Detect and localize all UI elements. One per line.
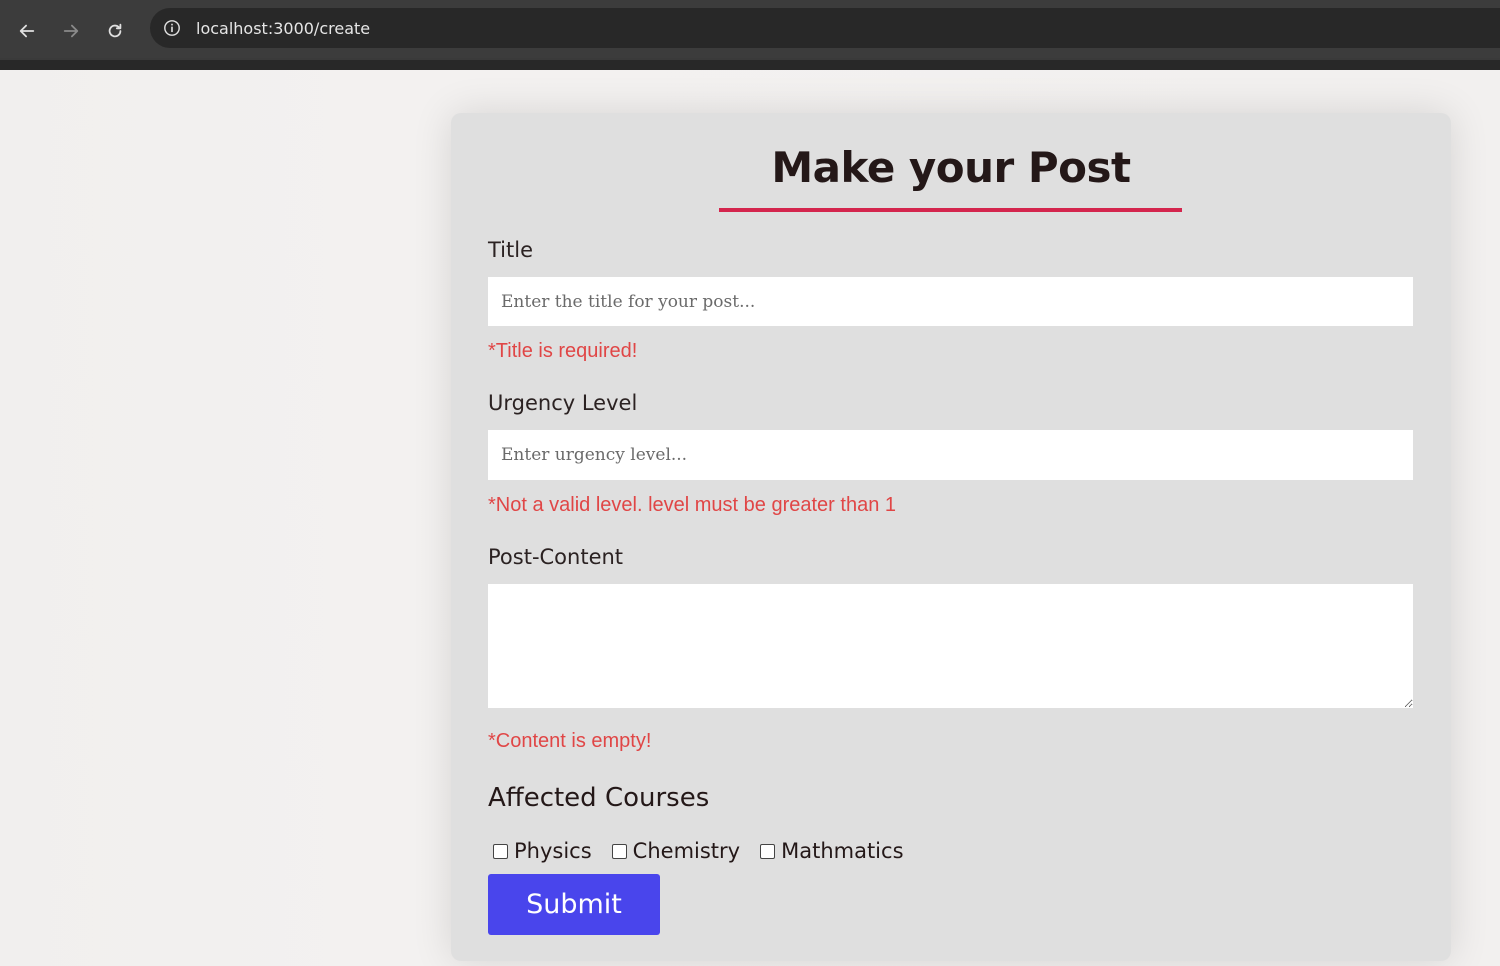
course-option-physics[interactable]: Physics [493,839,592,863]
urgency-input[interactable] [488,430,1413,480]
forward-arrow-icon [62,22,80,45]
title-input[interactable] [488,277,1413,326]
site-info-icon[interactable] [162,18,182,38]
title-underline [719,208,1182,212]
back-button[interactable] [10,16,44,50]
courses-checkbox-group: Physics Chemistry Mathmatics [493,836,924,866]
content-error: *Content is empty! [488,730,652,752]
title-error: *Title is required! [488,340,638,362]
title-label: Title [488,238,534,262]
forward-button[interactable] [54,16,88,50]
content-textarea[interactable] [488,584,1413,708]
urgency-label: Urgency Level [488,391,638,415]
back-arrow-icon [18,22,36,45]
page-title: Make your Post [771,143,1131,192]
courses-heading: Affected Courses [488,783,710,813]
urgency-error: *Not a valid level. level must be greate… [488,494,896,516]
course-option-mathmatics[interactable]: Mathmatics [760,839,904,863]
reload-button[interactable] [98,16,132,50]
physics-checkbox[interactable] [493,843,508,859]
mathmatics-checkbox[interactable] [760,843,776,859]
chemistry-checkbox[interactable] [611,843,627,859]
reload-icon [106,22,124,45]
post-form-card: Make your Post Title *Title is required!… [451,113,1451,961]
course-option-chemistry[interactable]: Chemistry [611,839,741,863]
chemistry-label: Chemistry [632,839,741,863]
submit-button[interactable]: Submit [488,874,660,935]
content-label: Post-Content [488,545,624,569]
url-text[interactable]: localhost:3000/create [196,19,370,38]
physics-label: Physics [514,839,592,863]
browser-toolbar: localhost:3000/create [0,8,1500,58]
address-bar[interactable]: localhost:3000/create [150,8,1500,48]
page-background: Make your Post Title *Title is required!… [0,70,1500,966]
mathmatics-label: Mathmatics [781,839,904,863]
browser-divider [0,58,1500,70]
